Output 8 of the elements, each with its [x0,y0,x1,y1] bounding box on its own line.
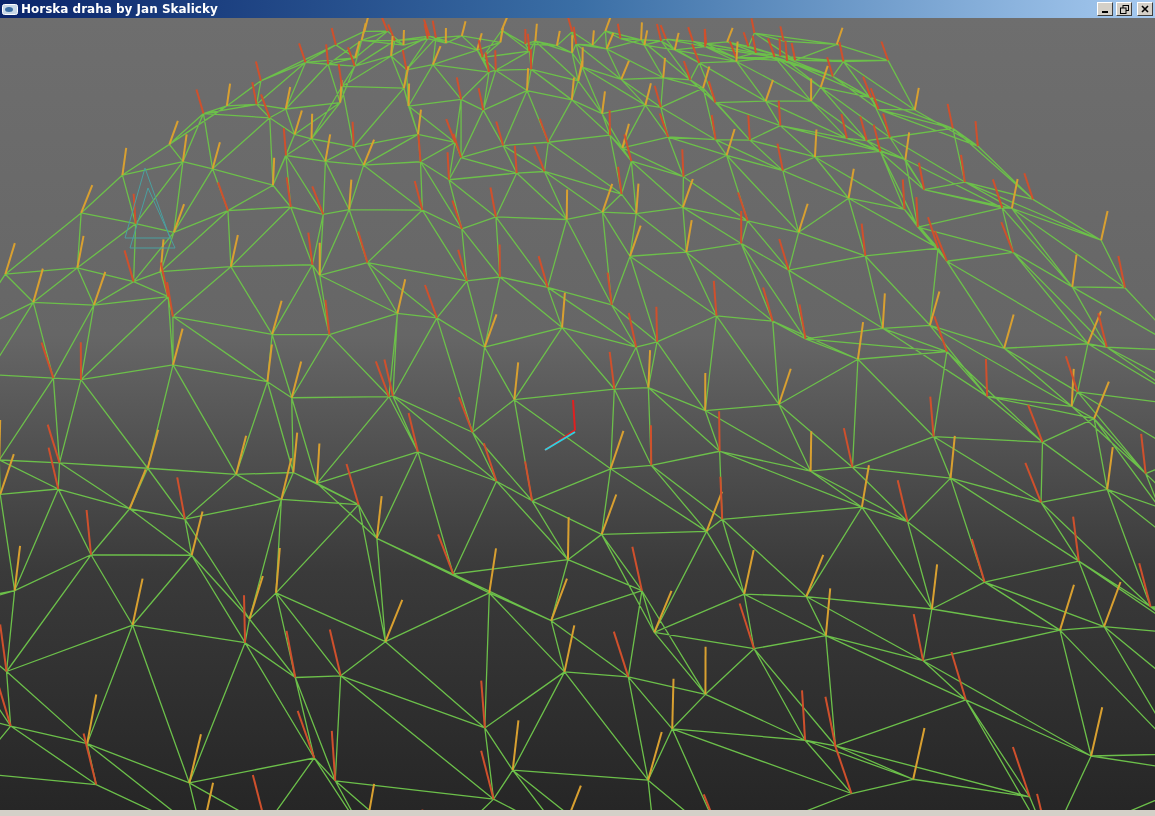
minimize-button[interactable] [1097,2,1113,16]
terrain-wireframe-viewport[interactable] [0,18,1155,810]
app-icon [2,3,18,15]
close-button[interactable] [1137,2,1153,16]
window-title: Horska draha by Jan Skalicky [21,2,219,16]
close-icon [1141,5,1149,13]
restore-icon [1119,4,1129,14]
restore-button[interactable] [1116,2,1132,16]
